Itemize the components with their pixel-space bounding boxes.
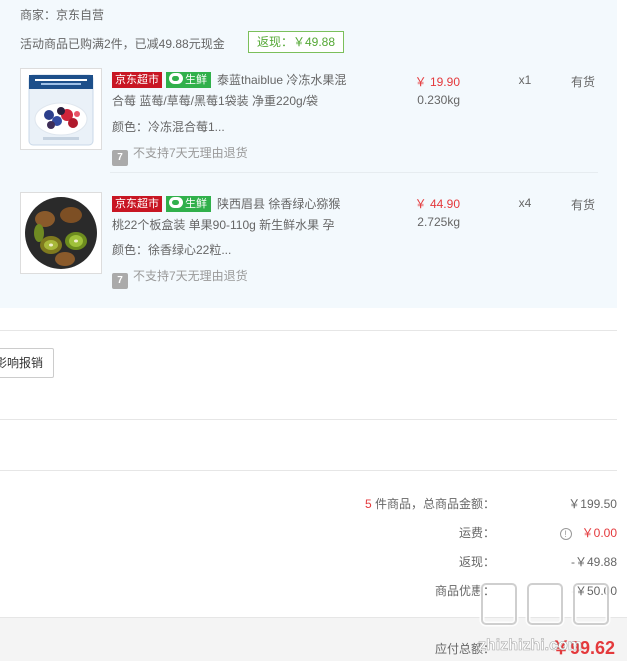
order-block: 商家：京东自营 活动商品已购满2件，已减49.88元现金 返现：￥49.88 京… <box>0 0 617 308</box>
shipping-amount: ￥0.00 <box>581 526 617 540</box>
return-policy-text: 不支持7天无理由退货 <box>133 146 248 160</box>
jd-supermarket-badge: 京东超市 <box>112 196 162 212</box>
fresh-badge-label: 生鲜 <box>185 74 207 86</box>
summary-goods-value: ￥199.50 <box>568 497 617 511</box>
summary-goods-total-row: 5 件商品，总商品金额： ￥199.50 <box>300 495 617 515</box>
berries-image <box>21 69 101 149</box>
invoice-impact-button[interactable]: 影响报销 <box>0 348 54 378</box>
fresh-badge-label: 生鲜 <box>185 198 207 210</box>
return-policy-text: 不支持7天无理由退货 <box>133 269 248 283</box>
item-price: ￥ 44.90 <box>414 197 460 211</box>
kiwi-image <box>21 193 101 273</box>
total-value: ￥99.62 <box>551 638 615 658</box>
order-item: 京东超市 生鲜 陕西眉县 徐香绿心猕猴桃22个板盒装 单果90-110g 新生鲜水果… <box>0 188 617 306</box>
section-divider <box>0 470 617 471</box>
summary-shipping-row: 运费： ! ￥0.00 <box>300 524 617 544</box>
section-divider <box>0 419 617 420</box>
summary-goods-label: 5 件商品，总商品金额： <box>365 495 495 512</box>
jd-supermarket-badge: 京东超市 <box>112 72 162 88</box>
item-count: 5 <box>364 497 372 511</box>
fresh-leaf-icon <box>169 73 183 84</box>
item-stock: 有货 <box>570 75 595 89</box>
seller-label: 商家：京东自营 <box>20 8 105 22</box>
item-weight: 2.725kg <box>417 215 460 229</box>
item-stock: 有货 <box>570 198 595 212</box>
summary-rebate-value: -￥49.88 <box>570 555 617 569</box>
total-bar: 应付总额： ￥99.62 <box>0 617 627 661</box>
return-7day-icon: 7 <box>112 273 128 289</box>
item-title[interactable]: 京东超市 生鲜 陕西眉县 徐香绿心猕猴桃22个板盒装 单果90-110g 新生鲜水果… <box>112 194 352 236</box>
summary-discount-value: -￥50.00 <box>570 584 617 598</box>
item-weight: 0.230kg <box>417 93 460 107</box>
return-7day-icon: 7 <box>112 150 128 166</box>
summary-shipping-value: ! ￥0.00 <box>517 524 617 541</box>
fresh-badge: 生鲜 <box>166 72 211 88</box>
summary-discount-label: 商品优惠： <box>434 584 495 598</box>
return-policy: 7 不支持7天无理由退货 <box>112 267 248 289</box>
item-color: 颜色：冷冻混合莓1... <box>112 120 225 134</box>
item-qty: x4 <box>518 196 532 210</box>
product-image-berries[interactable] <box>20 68 102 150</box>
product-image-kiwi[interactable] <box>20 192 102 274</box>
fresh-badge: 生鲜 <box>166 196 211 212</box>
section-divider <box>0 330 617 331</box>
fresh-leaf-icon <box>169 197 183 208</box>
summary-shipping-label: 运费： <box>458 526 495 540</box>
item-color: 颜色：徐香绿心22粒... <box>112 243 232 257</box>
item-title[interactable]: 京东超市 生鲜 泰蓝thaiblue 冷冻水果混合莓 蓝莓/草莓/黑莓1袋装 净重2… <box>112 70 352 112</box>
summary-discount-row: 商品优惠： -￥50.00 <box>300 582 617 602</box>
summary-rebate-label: 返现： <box>458 555 495 569</box>
return-policy: 7 不支持7天无理由退货 <box>112 144 248 166</box>
promo-text: 活动商品已购满2件，已减49.88元现金 <box>20 37 225 51</box>
total-label: 应付总额： <box>434 642 495 656</box>
summary-rebate-row: 返现： -￥49.88 <box>300 553 617 573</box>
item-count-label: 件商品，总商品金额： <box>374 497 495 511</box>
rebate-tag: 返现：￥49.88 <box>248 31 345 53</box>
item-qty: x1 <box>518 73 532 87</box>
order-item: 京东超市 生鲜 泰蓝thaiblue 冷冻水果混合莓 蓝莓/草莓/黑莓1袋装 净重2… <box>0 64 617 182</box>
item-divider <box>110 172 598 173</box>
info-icon[interactable]: ! <box>559 528 572 540</box>
item-price: ￥ 19.90 <box>414 75 460 89</box>
